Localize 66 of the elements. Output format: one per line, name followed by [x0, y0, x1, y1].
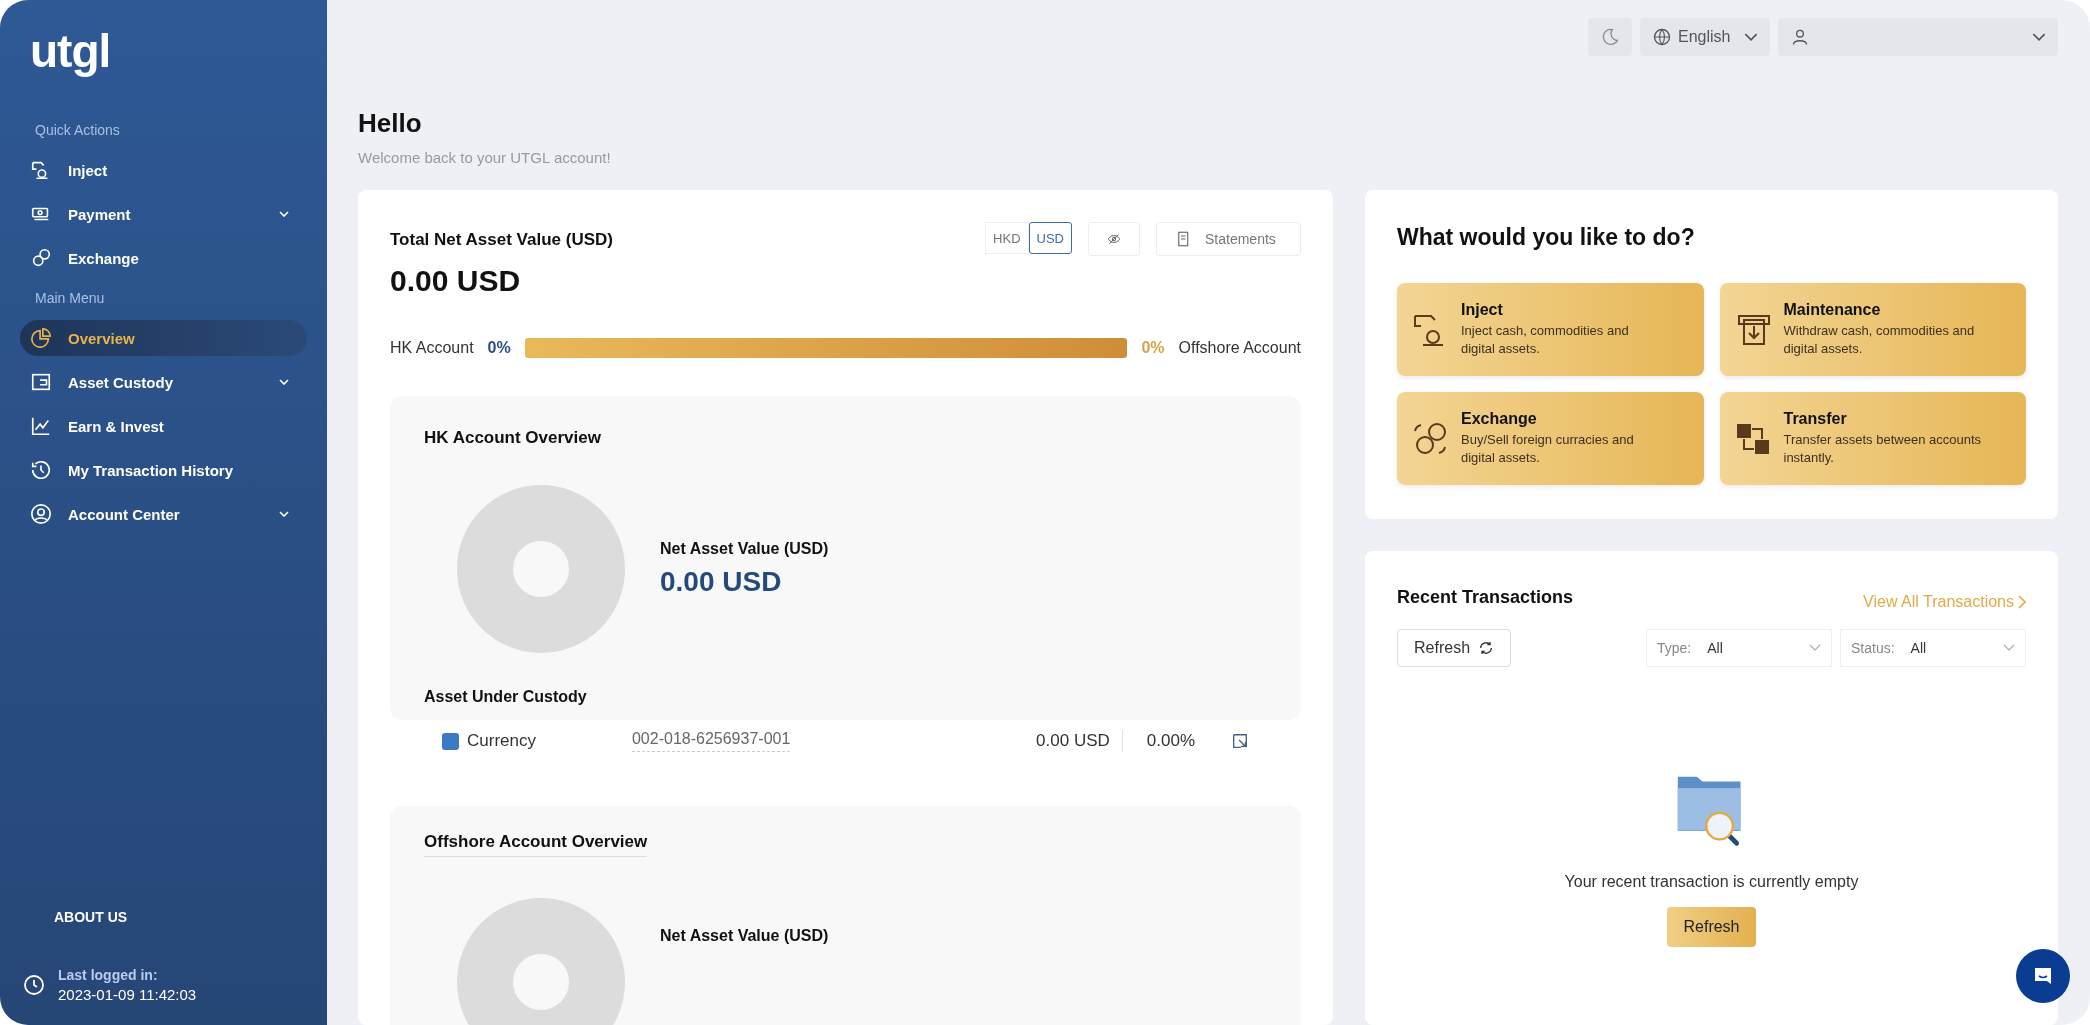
panel-title: HK Account Overview: [424, 428, 602, 448]
nav-item[interactable]: Overview: [20, 320, 307, 356]
nav-value: 0.00 USD: [660, 566, 783, 598]
open-detail-icon[interactable]: [1231, 732, 1249, 750]
action-tile[interactable]: Inject Inject cash, commodities and digital assets.: [1397, 283, 1704, 376]
total-value: 0.00 USD: [390, 264, 522, 298]
globe-icon: [1652, 27, 1672, 47]
welcome-text: Welcome back to your UTGL account!: [358, 149, 612, 166]
nav-label: Net Asset Value (USD): [660, 540, 829, 558]
refresh-icon: [1478, 640, 1495, 656]
chevron-down-icon: [1744, 32, 1758, 42]
statements-button[interactable]: Statements: [1156, 222, 1301, 256]
chevron-down-icon: [1809, 644, 1821, 652]
card-title: Recent Transactions: [1397, 587, 1574, 608]
account-label: HK Account: [390, 339, 474, 357]
page-title: Hello: [358, 108, 423, 139]
currency-tab[interactable]: USD: [1028, 222, 1072, 254]
nav-item[interactable]: Account Center: [20, 496, 307, 532]
currency-tab[interactable]: HKD: [985, 222, 1029, 254]
refresh-button[interactable]: Refresh: [1667, 907, 1756, 947]
account-number[interactable]: 002-018-6256937-001: [631, 730, 791, 752]
about-link[interactable]: ABOUT US: [54, 909, 128, 925]
account-label: Offshore Account: [1178, 339, 1301, 357]
language-select[interactable]: English: [1640, 18, 1770, 56]
clock-icon: [22, 973, 46, 997]
asset-share: 0.00%: [1146, 731, 1195, 751]
history-icon: [30, 459, 52, 481]
action-tile[interactable]: Exchange Buy/Sell foreign curracies and digital assets.: [1397, 392, 1704, 485]
filter-select[interactable]: Type: All: [1646, 629, 1832, 667]
card-title: Total Net Asset Value (USD): [390, 230, 613, 250]
section-label: Quick Actions: [35, 122, 120, 138]
percentage: 0%: [1141, 339, 1165, 357]
asset-amount: 0.00 USD: [1036, 731, 1110, 751]
last-login-time: 2023-01-09 11:42:03: [58, 986, 197, 1003]
nav-item[interactable]: Exchange: [20, 240, 307, 276]
nav-item[interactable]: Earn & Invest: [20, 408, 307, 444]
section-label: Main Menu: [35, 290, 105, 306]
chevron-down-icon: [2032, 32, 2046, 42]
moon-icon: [1600, 27, 1620, 47]
user-icon: [30, 503, 52, 525]
card-title: What would you like to do?: [1397, 224, 1696, 251]
empty-message: Your recent transaction is currently empty: [1564, 873, 1859, 891]
line-chart-icon: [30, 415, 52, 437]
panel-title: Offshore Account Overview: [424, 832, 648, 857]
action-tile[interactable]: Transfer Transfer assets between accounts instantly.: [1719, 392, 2026, 485]
filter-select[interactable]: Status: All: [1840, 629, 2026, 667]
chevron-down-icon: [2003, 644, 2015, 652]
wallet-icon: [30, 371, 52, 393]
chevron-right-icon: [2018, 595, 2026, 609]
section-title: Asset Under Custody: [424, 688, 588, 706]
action-tile[interactable]: Maintenance Withdraw cash, commodities and digital assets.: [1719, 283, 2026, 376]
nav-item[interactable]: My Transaction History: [20, 452, 307, 488]
dark-mode-button[interactable]: [1588, 18, 1632, 56]
nav-label: Net Asset Value (USD): [660, 927, 829, 945]
nav-item[interactable]: Payment: [20, 196, 307, 232]
hide-balance-button[interactable]: [1088, 222, 1140, 256]
refresh-button[interactable]: Refresh: [1397, 629, 1512, 667]
percentage: 0%: [487, 339, 511, 357]
asset-name: Currency: [467, 731, 536, 751]
nav-item[interactable]: Inject: [20, 152, 307, 188]
user-icon: [1790, 27, 1810, 47]
nav-item[interactable]: Asset Custody: [20, 364, 307, 400]
last-login-label: Last logged in:: [58, 967, 159, 983]
coins-icon: [30, 247, 52, 269]
logo: utgl: [30, 24, 111, 78]
pie-chart-icon: [30, 327, 52, 349]
